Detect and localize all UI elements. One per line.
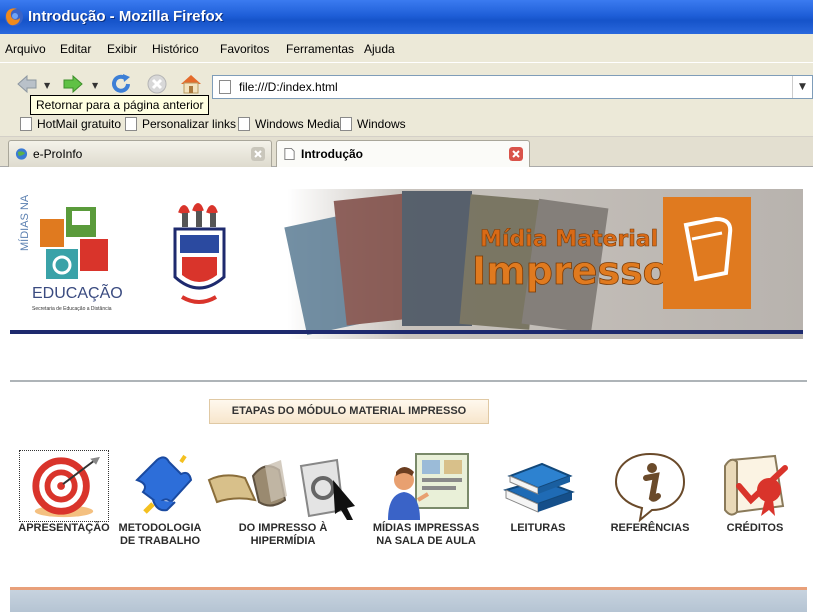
title-bar: Introdução - Mozilla Firefox [0,0,813,34]
module-label: NA SALA DE AULA [376,535,476,547]
bookmark-label: Personalizar links [142,117,237,131]
bookmark-windows-media[interactable]: Windows Media [238,117,340,131]
page-icon [284,147,295,161]
close-tab-icon[interactable] [251,147,265,161]
globe-icon [15,148,28,160]
bookmark-page-icon [125,117,137,131]
url-dropdown-icon[interactable]: ▼ [792,76,812,98]
info-icon [614,452,686,522]
tab-eproinfo[interactable]: e-ProInfo [8,140,272,167]
module-label: CRÉDITOS [726,522,784,534]
address-bar[interactable]: file:///D:/index.html ▼ [212,75,813,99]
menu-editar[interactable]: Editar [60,42,91,56]
teacher-board-icon [388,453,469,520]
target-icon [19,450,109,522]
module-metodologia[interactable]: METODOLOGIA DE TRABALHO [114,450,206,548]
module-midias-impressas[interactable]: MÍDIAS IMPRESSAS NA SALA DE AULA [368,450,484,548]
bookmark-label: Windows [357,117,406,131]
menu-ajuda[interactable]: Ajuda [364,42,395,56]
back-tooltip: Retornar para a página anterior [30,95,210,115]
bookmark-hotmail[interactable]: HotMail gratuito [20,117,121,131]
module-label: DE TRABALHO [119,535,201,547]
books-icon [503,462,575,513]
bookmark-page-icon [238,117,250,131]
puzzle-icon [135,454,193,514]
divider [10,380,807,382]
logo-vertical-text: MÍDIAS NA [18,194,31,251]
module-label: HIPERMÍDIA [250,535,316,547]
tab-label: Introdução [301,147,363,161]
bookmark-label: HotMail gratuito [37,117,122,131]
menu-favoritos[interactable]: Favoritos [220,42,269,56]
close-tab-icon[interactable] [509,147,523,161]
page-content: MÍDIAS NA EDUCAÇÃO Secretaria de Educaçã… [0,167,813,612]
module-label: METODOLOGIA [118,522,202,534]
tab-introducao[interactable]: Introdução [276,140,530,167]
footer-band [10,590,807,612]
menu-arquivo[interactable]: Arquivo [5,42,46,56]
banner-underline [10,330,803,334]
module-leituras[interactable]: LEITURAS [500,450,576,535]
logo-educacao-text: EDUCAÇÃO [32,282,123,302]
reload-button[interactable] [108,71,134,97]
bookmark-personalizar[interactable]: Personalizar links [125,117,236,131]
book-logo-icon [663,197,751,309]
module-apresentacao[interactable]: APRESENTAÇÃO [18,450,110,535]
firefox-window: Introdução - Mozilla Firefox Arquivo Edi… [0,0,813,612]
module-label: REFERÊNCIAS [610,522,690,534]
bookmark-page-icon [20,117,32,131]
module-label: DO IMPRESSO À [238,522,328,534]
back-button[interactable] [14,71,40,97]
module-label: MÍDIAS IMPRESSAS [372,522,480,534]
header-banner: MÍDIAS NA EDUCAÇÃO Secretaria de Educaçã… [10,189,803,339]
bookmark-page-icon [340,117,352,131]
menu-ferramentas[interactable]: Ferramentas [286,42,354,56]
logo-subtitle-text: Secretaria de Educação a Distância [32,306,112,312]
menu-exibir[interactable]: Exibir [107,42,137,56]
certificate-icon [724,454,788,516]
stop-button[interactable] [144,71,170,97]
bookmark-label: Windows Media [255,117,340,131]
menu-bar: Arquivo Editar Exibir Histórico Favorito… [0,34,813,62]
home-button[interactable] [178,71,204,97]
tab-bar: e-ProInfo Introdução [0,137,813,167]
module-label: APRESENTAÇÃO [18,522,110,534]
forward-dropdown-icon[interactable]: ▼ [92,81,98,90]
window-title: Introdução - Mozilla Firefox [28,8,224,25]
scroll-to-web-icon [207,458,355,520]
banner-title-line2: Impresso [472,249,669,293]
module-label: LEITURAS [510,522,566,534]
tab-label: e-ProInfo [33,147,83,161]
section-title-badge: ETAPAS DO MÓDULO MATERIAL IMPRESSO [209,399,489,424]
firefox-icon [5,8,23,26]
url-text[interactable]: file:///D:/index.html [239,80,338,94]
bookmark-windows[interactable]: Windows [340,117,406,131]
module-creditos[interactable]: CRÉDITOS [712,450,798,535]
module-referencias[interactable]: REFERÊNCIAS [604,450,696,535]
forward-button[interactable] [60,71,86,97]
module-do-impresso[interactable]: DO IMPRESSO À HIPERMÍDIA [204,450,362,548]
back-dropdown-icon[interactable]: ▼ [44,81,50,90]
page-icon [219,80,231,94]
menu-historico[interactable]: Histórico [152,42,199,56]
